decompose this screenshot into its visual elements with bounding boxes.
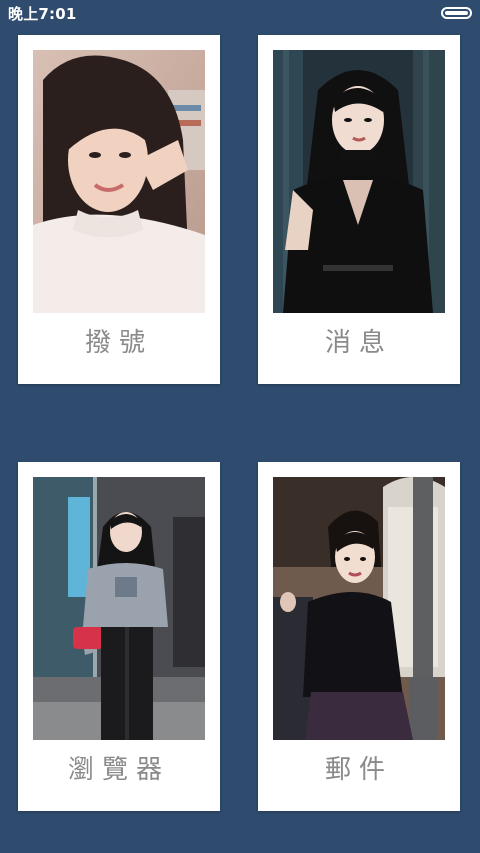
message-tile[interactable]: 消息	[258, 35, 460, 384]
tile-label: 瀏覽器	[67, 755, 170, 785]
portrait-photo	[33, 50, 205, 313]
mail-tile[interactable]: 郵件	[258, 462, 460, 811]
tile-label: 郵件	[324, 755, 393, 785]
dial-tile[interactable]: 撥號	[18, 35, 220, 384]
tile-label: 消息	[324, 328, 393, 358]
battery-icon	[441, 7, 472, 19]
status-time: 晚上7:01	[8, 5, 77, 23]
portrait-photo	[273, 477, 445, 740]
browser-tile[interactable]: 瀏覽器	[18, 462, 220, 811]
status-bar: 晚上7:01	[0, 0, 480, 28]
portrait-photo	[273, 50, 445, 313]
tile-label: 撥號	[84, 328, 153, 358]
portrait-photo	[33, 477, 205, 740]
